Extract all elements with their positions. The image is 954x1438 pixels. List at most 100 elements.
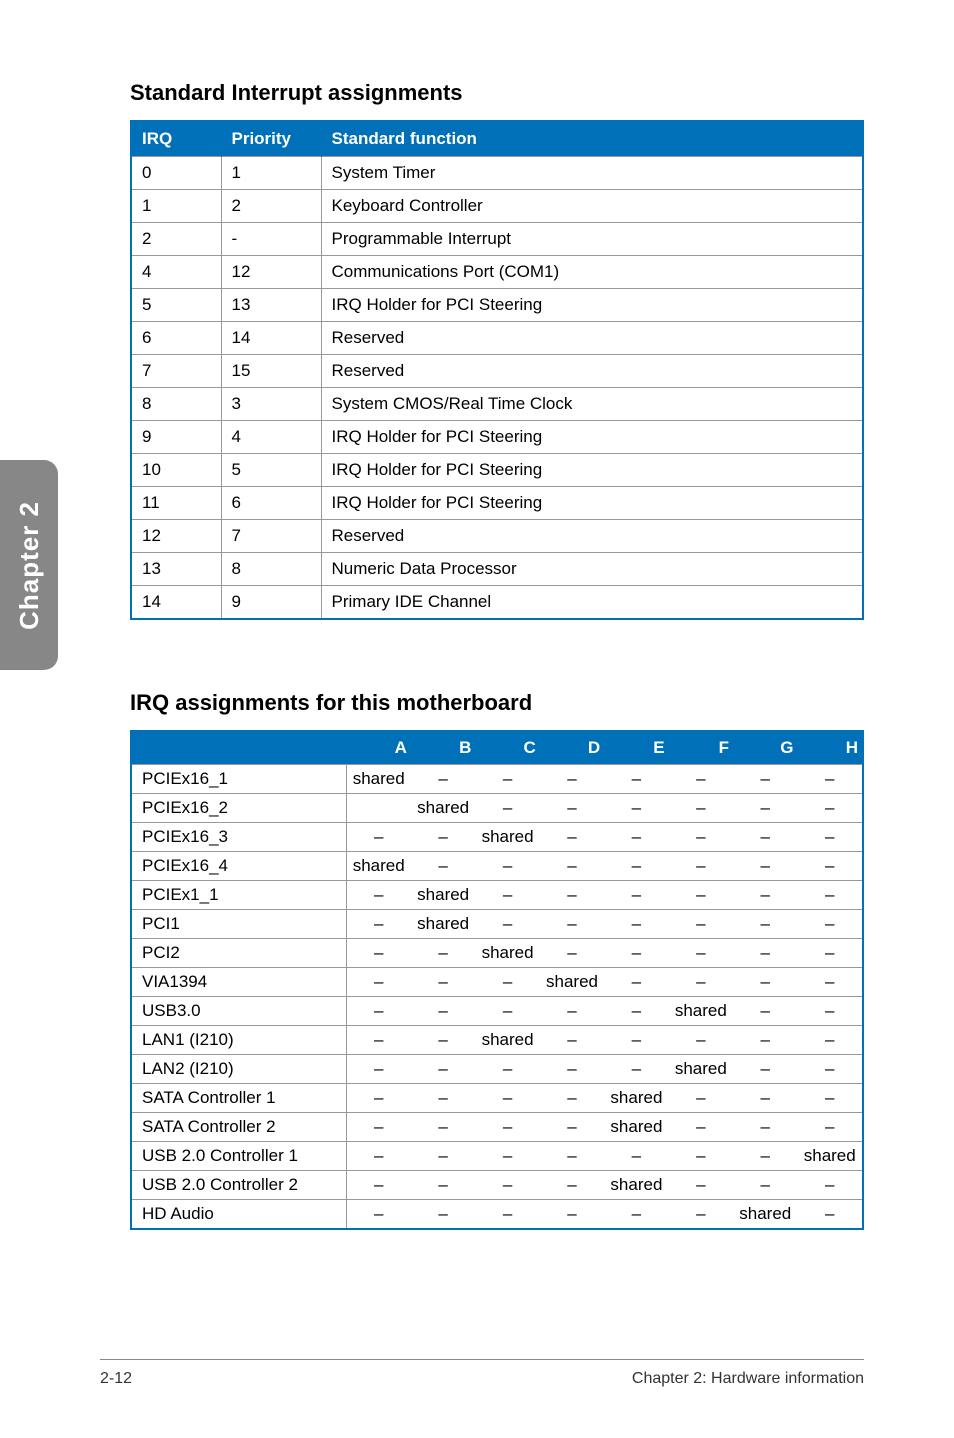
table-cell: – bbox=[733, 968, 797, 997]
col-header-function: Standard function bbox=[321, 121, 863, 157]
table-cell: – bbox=[669, 968, 733, 997]
table-cell: – bbox=[346, 910, 411, 939]
table-cell: – bbox=[540, 1084, 604, 1113]
table-cell: – bbox=[733, 939, 797, 968]
table-cell: 5 bbox=[131, 289, 221, 322]
table-cell: – bbox=[540, 939, 604, 968]
table-cell: – bbox=[797, 1200, 863, 1230]
table-cell: – bbox=[733, 765, 797, 794]
table-cell: – bbox=[411, 1113, 475, 1142]
table-row: 513IRQ Holder for PCI Steering bbox=[131, 289, 863, 322]
col-header: H bbox=[797, 731, 863, 765]
row-label: SATA Controller 2 bbox=[131, 1113, 346, 1142]
table-cell: 12 bbox=[131, 520, 221, 553]
table-cell: IRQ Holder for PCI Steering bbox=[321, 421, 863, 454]
table-cell: 9 bbox=[221, 586, 321, 620]
table-row: 715Reserved bbox=[131, 355, 863, 388]
table-row: LAN2 (I210)–––––shared–– bbox=[131, 1055, 863, 1084]
table-cell: – bbox=[604, 823, 668, 852]
table-row: USB3.0–––––shared–– bbox=[131, 997, 863, 1026]
table-cell: IRQ Holder for PCI Steering bbox=[321, 487, 863, 520]
table-cell: shared bbox=[733, 1200, 797, 1230]
table-cell: – bbox=[604, 968, 668, 997]
table-cell: – bbox=[797, 881, 863, 910]
table-cell: – bbox=[346, 823, 411, 852]
table-cell: 10 bbox=[131, 454, 221, 487]
section2-title: IRQ assignments for this motherboard bbox=[130, 690, 864, 716]
table-row: PCIEx1_1–shared–––––– bbox=[131, 881, 863, 910]
table-cell: – bbox=[604, 765, 668, 794]
table-cell: 4 bbox=[221, 421, 321, 454]
table-cell: – bbox=[346, 1113, 411, 1142]
table-row: 01System Timer bbox=[131, 157, 863, 190]
page-footer: 2-12 Chapter 2: Hardware information bbox=[0, 1359, 954, 1388]
table-cell: Communications Port (COM1) bbox=[321, 256, 863, 289]
table-cell: – bbox=[669, 1171, 733, 1200]
row-label: PCIEx16_1 bbox=[131, 765, 346, 794]
table-cell: Numeric Data Processor bbox=[321, 553, 863, 586]
table-cell: – bbox=[411, 765, 475, 794]
table-cell: – bbox=[540, 852, 604, 881]
table-cell: shared bbox=[540, 968, 604, 997]
table-cell: – bbox=[669, 1142, 733, 1171]
table-cell: shared bbox=[669, 997, 733, 1026]
table-cell: shared bbox=[346, 765, 411, 794]
table-cell: – bbox=[411, 1084, 475, 1113]
table-cell: shared bbox=[604, 1113, 668, 1142]
table-cell: System CMOS/Real Time Clock bbox=[321, 388, 863, 421]
table-cell: – bbox=[733, 1084, 797, 1113]
table-cell: – bbox=[604, 852, 668, 881]
table-row: 138Numeric Data Processor bbox=[131, 553, 863, 586]
table-cell: – bbox=[797, 1084, 863, 1113]
table-cell: – bbox=[604, 1055, 668, 1084]
table-cell: 5 bbox=[221, 454, 321, 487]
table-row: 94IRQ Holder for PCI Steering bbox=[131, 421, 863, 454]
table-cell: 12 bbox=[221, 256, 321, 289]
table-cell: shared bbox=[411, 881, 475, 910]
table-cell: – bbox=[733, 1055, 797, 1084]
table-cell: – bbox=[733, 1171, 797, 1200]
table-cell: 3 bbox=[221, 388, 321, 421]
table-cell: – bbox=[669, 1026, 733, 1055]
table-row: LAN1 (I210)––shared––––– bbox=[131, 1026, 863, 1055]
table-cell: – bbox=[540, 881, 604, 910]
chapter-tab-label: Chapter 2 bbox=[14, 501, 45, 630]
table-cell: – bbox=[411, 823, 475, 852]
table-cell: – bbox=[797, 794, 863, 823]
table-cell: 4 bbox=[131, 256, 221, 289]
table-cell: – bbox=[540, 1113, 604, 1142]
table-cell: – bbox=[411, 1200, 475, 1230]
row-label: PCI1 bbox=[131, 910, 346, 939]
table-cell: – bbox=[733, 910, 797, 939]
table-cell: – bbox=[475, 1142, 539, 1171]
table-cell: – bbox=[669, 1084, 733, 1113]
table-cell: – bbox=[669, 910, 733, 939]
table-cell: – bbox=[797, 968, 863, 997]
table-cell: – bbox=[475, 910, 539, 939]
table-cell: 2 bbox=[131, 223, 221, 256]
table-cell: 8 bbox=[221, 553, 321, 586]
table-cell: – bbox=[475, 794, 539, 823]
table-row: PCIEx16_2shared–––––– bbox=[131, 794, 863, 823]
table-cell: – bbox=[797, 852, 863, 881]
col-header: G bbox=[733, 731, 797, 765]
table-row: 127Reserved bbox=[131, 520, 863, 553]
table-cell: – bbox=[669, 823, 733, 852]
row-label: HD Audio bbox=[131, 1200, 346, 1230]
table-row: PCI1–shared–––––– bbox=[131, 910, 863, 939]
table-cell: – bbox=[604, 939, 668, 968]
table-row: 412Communications Port (COM1) bbox=[131, 256, 863, 289]
table-cell: shared bbox=[604, 1084, 668, 1113]
table-cell: – bbox=[604, 1142, 668, 1171]
table-cell: – bbox=[733, 794, 797, 823]
table-cell: – bbox=[475, 968, 539, 997]
col-header-priority: Priority bbox=[221, 121, 321, 157]
col-header-blank bbox=[131, 731, 346, 765]
table-row: 614Reserved bbox=[131, 322, 863, 355]
row-label: USB 2.0 Controller 2 bbox=[131, 1171, 346, 1200]
table-cell: 15 bbox=[221, 355, 321, 388]
table-cell: – bbox=[669, 765, 733, 794]
row-label: PCI2 bbox=[131, 939, 346, 968]
table-cell: – bbox=[475, 1055, 539, 1084]
table-cell: 1 bbox=[131, 190, 221, 223]
